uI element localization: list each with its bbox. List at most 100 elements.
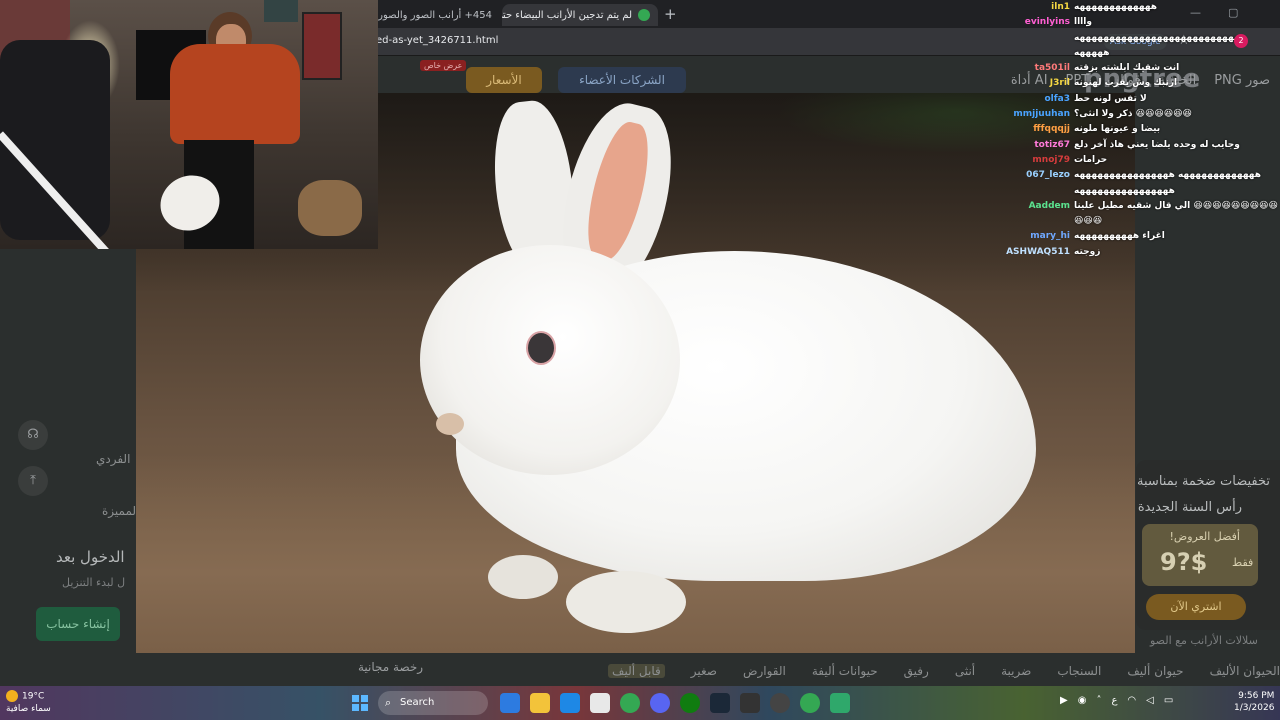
- chat-message: mmjjuuhan ذكر ولا انثى؟ 😆😆😆😆😆😆: [1006, 107, 1280, 122]
- search-label: Search: [400, 697, 435, 708]
- obs-icon[interactable]: [740, 693, 760, 713]
- left-label-featured: المميزة: [102, 504, 140, 518]
- tag[interactable]: حيوانات أليفة: [812, 664, 878, 678]
- chat-message: ta501il انت شقيك ابلشته بزقته: [1006, 61, 1280, 76]
- chat-username: Aaddem: [1028, 200, 1070, 211]
- special-offer-tag: عرض خاص: [420, 60, 467, 71]
- chat-username: totiz67: [1034, 139, 1070, 150]
- chat-text: هههههههههههههه: [1074, 2, 1157, 12]
- tag[interactable]: ضريبة: [1001, 664, 1031, 678]
- weather-desc: سماء صافية: [6, 703, 51, 714]
- xbox-icon[interactable]: [680, 693, 700, 713]
- volume-icon[interactable]: ◁: [1146, 695, 1154, 706]
- chat-message: Aaddem الي قال شقيه مطيل علينا 😆😆😆😆😆😆😆😆😆: [1006, 199, 1280, 214]
- folder-icon[interactable]: [530, 693, 550, 713]
- chat-text: بيضا و عيونها ملونه: [1074, 124, 1161, 135]
- support-icon[interactable]: ☊: [18, 420, 48, 450]
- offer-card: أفضل العروض! 9?$ فقط: [1142, 524, 1258, 586]
- chat-text: هههههه: [1074, 47, 1110, 58]
- app-icon[interactable]: [830, 693, 850, 713]
- screen: pngtree صور PNG الخلفية قوالب PPT AI أدا…: [0, 0, 1280, 720]
- camera-icon[interactable]: ◉: [1078, 695, 1087, 706]
- chat-text: الي قال شقيه مطيل علينا 😆😆😆😆😆😆😆😆😆: [1074, 200, 1278, 211]
- chat-message: J3ril ارنبك وش يقرب لهنونه: [1006, 76, 1280, 91]
- create-account-button[interactable]: إنشاء حساب: [36, 607, 120, 641]
- tag[interactable]: الحيوان الأليف: [1210, 664, 1280, 678]
- rabbit-head: [420, 245, 680, 475]
- cam-gaming-chair: [0, 40, 110, 240]
- chat-text: لا تفس لونه حط: [1074, 93, 1147, 104]
- play-icon[interactable]: ▶: [1060, 695, 1068, 706]
- new-tab-button[interactable]: +: [664, 5, 677, 23]
- free-license-label: رخصة مجانية: [358, 660, 424, 674]
- discord-icon[interactable]: [650, 693, 670, 713]
- taskbar-search[interactable]: ⌕ Search: [378, 691, 488, 715]
- system-tray: ▶ ◉ ˄ ع ◠ ◁ ▭: [1060, 695, 1173, 706]
- chat-message: 067_lezo هههههههههههههه ههههههههههههههههه: [1006, 168, 1280, 183]
- battery-icon[interactable]: ▭: [1164, 695, 1173, 706]
- chat-text: واااا: [1074, 17, 1092, 28]
- cam-frame: [264, 0, 298, 22]
- tag[interactable]: صغير: [691, 664, 717, 678]
- chat-text: ههههههههههههههههههههههههههههه: [1074, 32, 1247, 43]
- chat-username: iln1: [1051, 2, 1070, 12]
- tab-rabbit-images[interactable]: 454+ أرانب الصور والصور وص ×: [372, 4, 500, 26]
- tag[interactable]: حيوان أليف: [1127, 664, 1183, 678]
- chat-username: mmjjuuhan: [1013, 109, 1070, 120]
- login-subtitle: ل لبدء التنزيل: [62, 576, 126, 589]
- edge-icon[interactable]: [560, 693, 580, 713]
- back-to-top-icon[interactable]: ⤒: [18, 466, 48, 496]
- windows-start-icon[interactable]: [352, 695, 368, 711]
- cam-person-hoodie: [170, 44, 300, 144]
- tab-title: لم يتم تدجين الأرانب البيضاء حتى: [502, 9, 632, 21]
- tag[interactable]: رفيق: [904, 664, 929, 678]
- cam-poster: [302, 12, 342, 80]
- tag[interactable]: القوارض: [743, 664, 786, 678]
- tag[interactable]: السنجاب: [1057, 664, 1101, 678]
- taskbar-apps: [500, 693, 850, 713]
- url-field[interactable]: ed-as-yet_3426711.html: [376, 35, 498, 46]
- weather-widget[interactable]: 19°C سماء صافية: [6, 690, 51, 715]
- chat-message: 😆😆😆: [1006, 214, 1280, 229]
- profile-avatar[interactable]: 2: [1234, 34, 1248, 48]
- streamer-webcam: [0, 0, 378, 249]
- chat-message: fffqqqjj بيضا و عيونها ملونه: [1006, 122, 1280, 137]
- chat-message: mnoj79 حرامات: [1006, 153, 1280, 168]
- chat-text: زوجته: [1074, 246, 1101, 257]
- search-icon: ⌕: [385, 696, 392, 709]
- chevron-up-icon[interactable]: ˄: [1096, 695, 1101, 706]
- chat-message: evinlyins واااا: [1006, 15, 1280, 30]
- chat-username: mary_hi: [1030, 231, 1070, 242]
- chat-message: olfa3 لا تفس لونه حط: [1006, 92, 1280, 107]
- offer-best-label: أفضل العروض!: [1169, 530, 1241, 543]
- clock-time: 9:56 PM: [1238, 691, 1275, 701]
- prices-button[interactable]: الأسعار: [466, 67, 542, 93]
- tag[interactable]: قابل أليف: [608, 664, 665, 678]
- tag[interactable]: أنثى: [955, 664, 975, 678]
- tab-white-rabbits[interactable]: لم يتم تدجين الأرانب البيضاء حتى ×: [502, 4, 658, 26]
- chat-text: 😆😆😆: [1074, 216, 1103, 227]
- taskbar-clock[interactable]: 9:56 PM 1/3/2026: [1234, 690, 1274, 714]
- chrome-icon[interactable]: [800, 693, 820, 713]
- members-button[interactable]: الشركات الأعضاء: [558, 67, 686, 93]
- chrome-icon[interactable]: [620, 693, 640, 713]
- offer-title-2: رأس السنة الجديدة: [1137, 500, 1242, 515]
- chat-text: ارنبك وش يقرب لهنونه: [1074, 78, 1178, 89]
- chat-message: ASHWAQ511 زوجته: [1006, 245, 1280, 260]
- chat-text: انت شقيك ابلشته بزقته: [1074, 63, 1180, 74]
- chat-username: olfa3: [1044, 93, 1070, 104]
- chat-username: 067_lezo: [1026, 170, 1070, 181]
- chat-message: mary_hi اغراء ههههههههههه: [1006, 229, 1280, 244]
- store-icon[interactable]: [590, 693, 610, 713]
- language-indicator[interactable]: ع: [1111, 695, 1117, 706]
- app-icon[interactable]: [500, 693, 520, 713]
- rabbit-back-foot: [488, 555, 558, 599]
- app-icon[interactable]: [770, 693, 790, 713]
- rabbit-breeds-link[interactable]: سلالات الأرانب مع الصو: [1150, 634, 1258, 647]
- buy-now-button[interactable]: اشتري الآن: [1146, 594, 1246, 620]
- rabbit-front-foot: [566, 571, 686, 633]
- wifi-icon[interactable]: ◠: [1127, 695, 1136, 706]
- chat-message: iln1 هههههههههههههه: [1006, 0, 1280, 15]
- rabbit-eye: [528, 333, 554, 363]
- steam-icon[interactable]: [710, 693, 730, 713]
